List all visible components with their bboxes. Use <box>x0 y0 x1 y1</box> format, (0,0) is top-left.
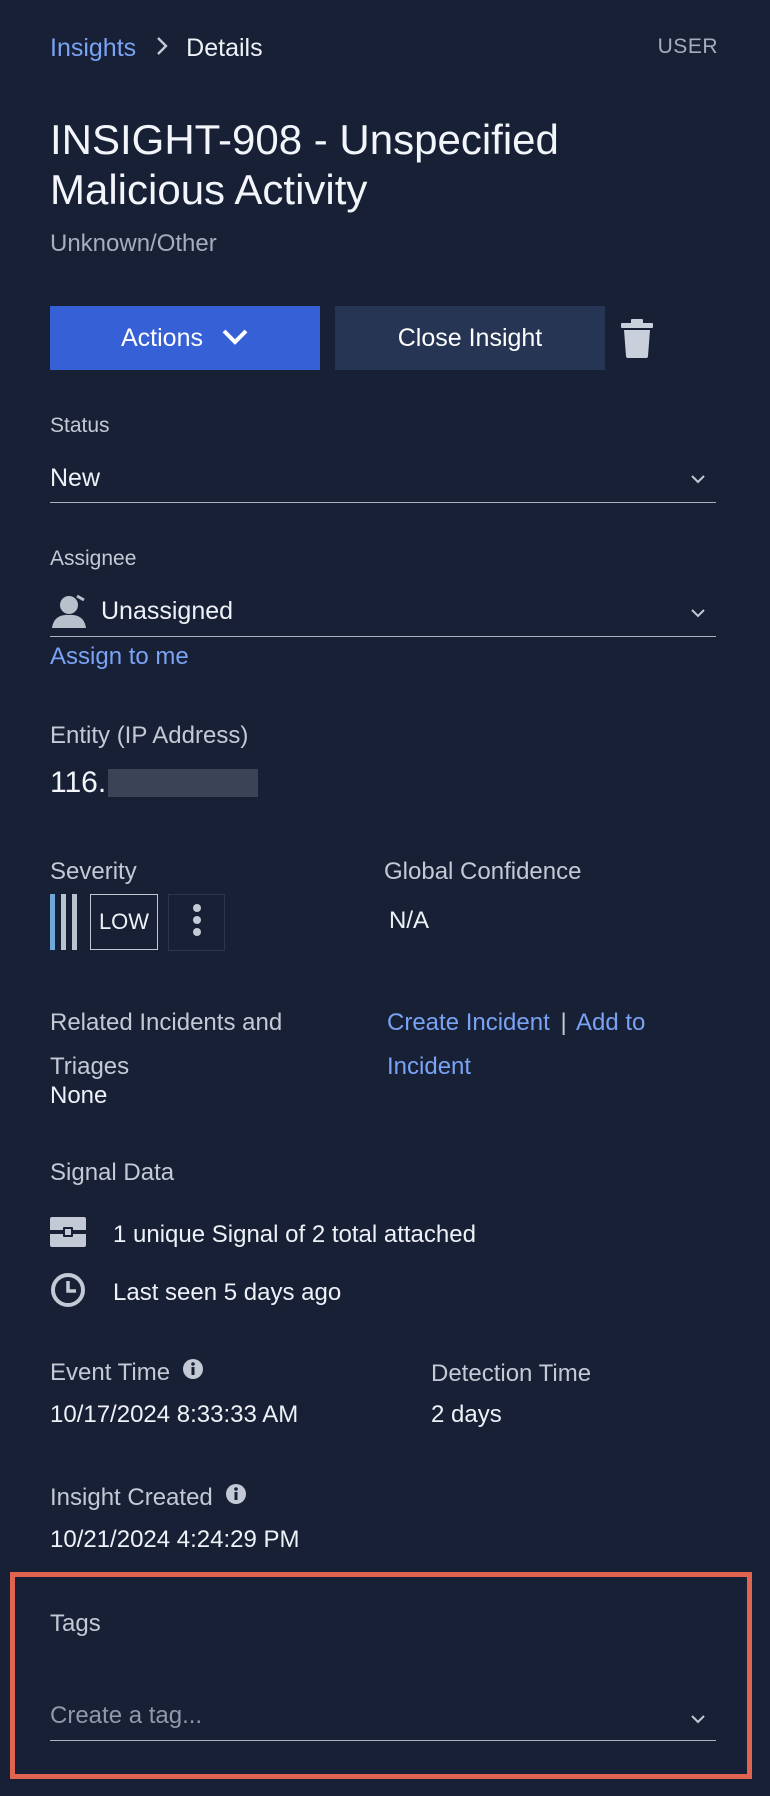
trash-icon[interactable] <box>620 318 654 363</box>
severity-bar-3 <box>72 894 77 950</box>
chevron-right-icon <box>156 34 168 63</box>
insight-category: Unknown/Other <box>50 230 217 257</box>
event-time-label: Event Time <box>50 1358 204 1387</box>
status-value: New <box>50 464 101 492</box>
event-time-value: 10/17/2024 8:33:33 AM <box>50 1401 299 1428</box>
last-seen-row: Last seen 5 days ago <box>50 1272 341 1313</box>
chevron-down-icon <box>221 324 249 353</box>
actions-button-label: Actions <box>121 323 203 352</box>
insight-created-label-text: Insight Created <box>50 1483 213 1511</box>
incident-links: Create Incident | Add to Incident <box>387 1001 645 1089</box>
signal-icon <box>50 1217 88 1252</box>
insight-created-label: Insight Created <box>50 1483 247 1512</box>
tags-label: Tags <box>50 1610 101 1637</box>
severity-level: LOW <box>98 909 150 934</box>
add-to-incident-link-line-2[interactable]: Incident <box>387 1045 645 1089</box>
assignee-label: Assignee <box>50 547 137 570</box>
redacted-block <box>108 769 259 797</box>
assignee-value: Unassigned <box>101 597 234 625</box>
chevron-down-icon <box>690 1714 706 1724</box>
tags-highlight-box <box>10 1572 752 1779</box>
actions-button[interactable]: Actions <box>50 306 320 370</box>
title-line-2: Malicious Activity <box>50 166 368 213</box>
title-line-1: INSIGHT-908 - Unspecified <box>50 116 559 163</box>
detection-time-value: 2 days <box>431 1401 502 1428</box>
info-icon[interactable] <box>225 1483 247 1512</box>
breadcrumb: Insights Details <box>50 34 263 63</box>
related-incidents-value: None <box>50 1082 108 1109</box>
related-incidents-label: Related Incidents and Triages <box>50 1001 282 1089</box>
severity-badge: LOW <box>90 894 158 950</box>
detection-time-label: Detection Time <box>431 1360 592 1387</box>
assign-to-me-link[interactable]: Assign to me <box>50 643 189 671</box>
status-select[interactable]: New <box>50 456 716 503</box>
severity-more-button[interactable] <box>168 894 225 951</box>
insight-created-value: 10/21/2024 4:24:29 PM <box>50 1526 300 1553</box>
more-vertical-icon <box>192 903 202 942</box>
user-label[interactable]: USER <box>658 35 718 59</box>
info-icon[interactable] <box>182 1358 204 1387</box>
global-confidence-label: Global Confidence <box>384 858 582 885</box>
user-avatar-icon <box>50 594 88 635</box>
link-separator: | <box>560 1009 567 1036</box>
close-insight-button[interactable]: Close Insight <box>335 306 605 370</box>
signal-data-label: Signal Data <box>50 1159 175 1186</box>
signal-count-text: 1 unique Signal of 2 total attached <box>113 1220 476 1248</box>
tags-placeholder: Create a tag... <box>50 1702 203 1729</box>
chevron-down-icon <box>690 608 706 618</box>
severity-bar-2 <box>61 894 66 950</box>
entity-ip-prefix: 116. <box>50 766 107 799</box>
severity-label: Severity <box>50 858 137 885</box>
add-to-incident-link[interactable]: Add to <box>576 1009 645 1036</box>
clock-icon <box>50 1272 88 1313</box>
severity-bar-1 <box>50 894 55 950</box>
breadcrumb-current: Details <box>186 34 263 62</box>
page-title: INSIGHT-908 - Unspecified Malicious Acti… <box>50 115 559 215</box>
tags-input[interactable]: Create a tag... <box>50 1696 716 1741</box>
chevron-down-icon <box>690 474 706 484</box>
status-label: Status <box>50 414 110 437</box>
entity-value[interactable]: 116. <box>50 766 259 800</box>
event-time-label-text: Event Time <box>50 1358 171 1386</box>
assignee-select[interactable]: Unassigned <box>50 588 716 637</box>
create-incident-link[interactable]: Create Incident <box>387 1009 550 1036</box>
signal-count-row[interactable]: 1 unique Signal of 2 total attached <box>50 1217 476 1252</box>
last-seen-text: Last seen 5 days ago <box>113 1278 342 1306</box>
severity-indicator <box>50 894 86 950</box>
breadcrumb-insights-link[interactable]: Insights <box>50 34 136 63</box>
entity-label: Entity (IP Address) <box>50 722 249 749</box>
global-confidence-value: N/A <box>389 907 430 934</box>
related-label-line-1: Related Incidents and <box>50 1009 283 1036</box>
